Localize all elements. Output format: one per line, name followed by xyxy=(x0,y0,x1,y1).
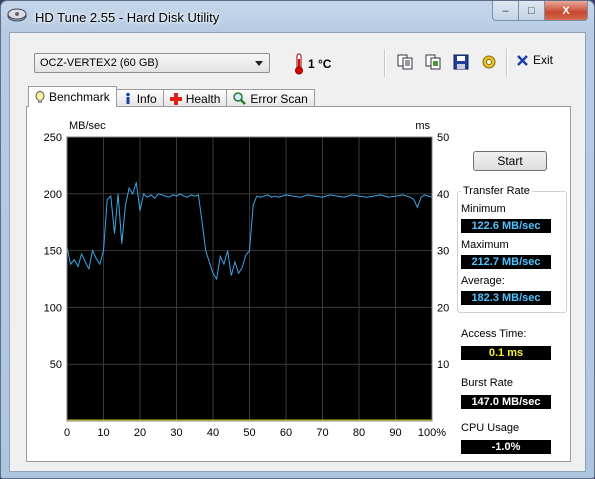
chevron-down-icon xyxy=(255,61,263,66)
health-cross-icon xyxy=(169,92,182,105)
x-tick-label: 60 xyxy=(280,427,292,439)
magnifier-icon xyxy=(233,92,247,105)
average-value: 182.3 MB/sec xyxy=(461,291,551,305)
drive-select-value: OCZ-VERTEX2 (60 GB) xyxy=(40,57,159,69)
benchmark-chart: 0 10 20 30 40 50 60 70 80 90 100% 250 50 200 40 150 30 10… xyxy=(44,120,450,439)
thermometer-icon xyxy=(295,53,303,75)
x-tick-label: 10 xyxy=(97,427,109,439)
save-button[interactable] xyxy=(450,51,472,73)
x-tick-label: 0 xyxy=(64,427,70,439)
minimize-button[interactable]: – xyxy=(492,1,519,21)
y-left-tick-label: 150 xyxy=(44,246,62,258)
tab-error-scan[interactable]: Error Scan xyxy=(226,89,315,107)
x-tick-label: 20 xyxy=(134,427,146,439)
minimum-label: Minimum xyxy=(461,203,506,215)
client-area: OCZ-VERTEX2 (60 GB) 1 °C Exit Benchmark … xyxy=(9,32,586,472)
start-button[interactable]: Start xyxy=(473,151,547,171)
transfer-rate-title: Transfer Rate xyxy=(461,185,532,197)
options-icon xyxy=(482,55,496,69)
tab-label: Info xyxy=(136,91,157,106)
toolbar-separator xyxy=(506,49,508,77)
maximize-button[interactable]: □ xyxy=(519,1,545,21)
tab-label: Benchmark xyxy=(49,90,110,104)
cpu-usage-label: CPU Usage xyxy=(461,422,520,434)
y-right-tick-label: 20 xyxy=(437,302,449,314)
y-left-tick-label: 100 xyxy=(44,302,62,314)
x-tick-label: 70 xyxy=(316,427,328,439)
close-button[interactable]: X xyxy=(545,1,588,21)
copy-screenshot-button[interactable] xyxy=(422,51,444,73)
y-right-axis-label: ms xyxy=(415,120,430,132)
toolbar-separator xyxy=(384,49,386,77)
x-tick-label: 30 xyxy=(170,427,182,439)
benchmark-panel: 0 10 20 30 40 50 60 70 80 90 100% 250 50 200 40 150 30 10… xyxy=(26,106,571,462)
access-time-value: 0.1 ms xyxy=(461,346,551,360)
copy-text-icon xyxy=(397,54,413,70)
title-bar[interactable]: HD Tune 2.55 - Hard Disk Utility – □ X xyxy=(1,1,594,33)
tab-info[interactable]: Info xyxy=(115,89,164,107)
y-left-tick-label: 200 xyxy=(44,189,62,201)
y-right-tick-label: 40 xyxy=(437,189,449,201)
burst-rate-label: Burst Rate xyxy=(461,377,513,389)
average-label: Average: xyxy=(461,275,505,287)
exit-button[interactable]: Exit xyxy=(516,53,553,67)
tab-health[interactable]: Health xyxy=(162,89,228,107)
bulb-icon xyxy=(35,90,45,103)
save-icon xyxy=(453,54,469,70)
y-left-tick-label: 250 xyxy=(44,132,62,144)
y-left-axis-label: MB/sec xyxy=(69,120,106,132)
x-tick-label: 80 xyxy=(353,427,365,439)
copy-text-button[interactable] xyxy=(394,51,416,73)
x-tick-label: 90 xyxy=(389,427,401,439)
x-tick-label: 100% xyxy=(418,427,446,439)
hdtune-app-icon xyxy=(7,8,27,22)
burst-rate-value: 147.0 MB/sec xyxy=(461,395,551,409)
y-right-tick-label: 10 xyxy=(437,359,449,371)
temperature-readout: 1 °C xyxy=(308,57,332,71)
cpu-usage-value: -1.0% xyxy=(461,440,551,454)
options-button[interactable] xyxy=(478,51,500,73)
exit-x-icon xyxy=(517,54,528,66)
tab-label: Health xyxy=(185,91,221,106)
y-right-tick-label: 30 xyxy=(437,246,449,258)
minimum-value: 122.6 MB/sec xyxy=(461,219,551,233)
drive-select[interactable]: OCZ-VERTEX2 (60 GB) xyxy=(34,53,270,73)
copy-screenshot-icon xyxy=(425,54,441,70)
x-tick-label: 50 xyxy=(243,427,255,439)
y-right-tick-label: 50 xyxy=(437,132,449,144)
maximum-value: 212.7 MB/sec xyxy=(461,255,551,269)
y-left-tick-label: 50 xyxy=(50,359,62,371)
info-icon xyxy=(125,92,130,104)
exit-label: Exit xyxy=(533,53,554,67)
access-time-label: Access Time: xyxy=(461,328,527,340)
tab-benchmark[interactable]: Benchmark xyxy=(28,86,117,107)
maximum-label: Maximum xyxy=(461,239,509,251)
window-title: HD Tune 2.55 - Hard Disk Utility xyxy=(35,10,220,25)
x-tick-label: 40 xyxy=(207,427,219,439)
app-window: HD Tune 2.55 - Hard Disk Utility – □ X O… xyxy=(0,0,595,479)
tab-label: Error Scan xyxy=(250,91,308,106)
tab-strip: Benchmark Info Health Error Scan xyxy=(28,86,315,107)
